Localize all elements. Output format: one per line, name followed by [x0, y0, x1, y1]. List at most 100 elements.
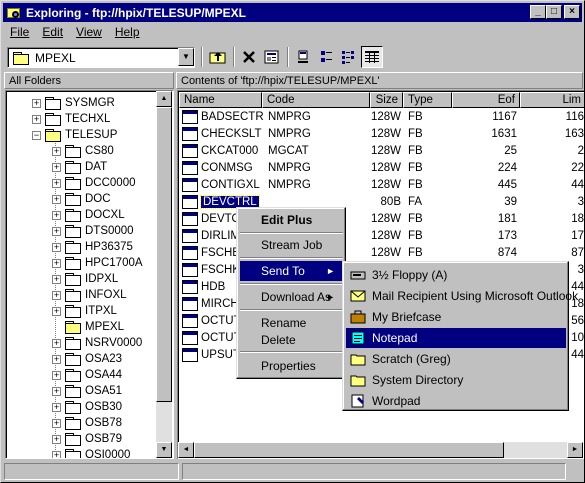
- folder-tree[interactable]: + SYSMGR + TECHXL − TELESUP + CS80 + DAT + DCC0000 +…: [5, 90, 174, 459]
- expand-icon[interactable]: +: [52, 162, 61, 172]
- close-button[interactable]: ×: [564, 5, 580, 19]
- maximize-button[interactable]: □: [546, 5, 562, 19]
- expand-icon[interactable]: +: [52, 210, 61, 220]
- expand-icon[interactable]: +: [52, 274, 61, 284]
- menu-item-stream-job[interactable]: Stream Job: [240, 235, 343, 255]
- expand-icon[interactable]: +: [52, 306, 61, 316]
- tree-item[interactable]: + ITPXL: [52, 303, 117, 319]
- column-eof[interactable]: Eof: [452, 92, 520, 108]
- expand-icon[interactable]: +: [52, 290, 61, 300]
- list-horizontal-scrollbar[interactable]: ◄ ►: [178, 442, 583, 458]
- expand-icon[interactable]: +: [52, 402, 61, 412]
- tree-item[interactable]: + DAT: [52, 159, 107, 175]
- title-bar[interactable]: Exploring - ftp://hpix/TELESUP/MPEXL _ □…: [3, 3, 582, 22]
- tree-vertical-scrollbar[interactable]: ▲ ▼: [156, 91, 172, 458]
- expand-icon[interactable]: +: [32, 98, 41, 108]
- tree-item[interactable]: + OSA51: [52, 383, 122, 399]
- file-row[interactable]: CONTIGXL NMPRG 128W FB 445 44: [179, 177, 584, 194]
- expand-icon[interactable]: +: [52, 386, 61, 396]
- tree-item[interactable]: + SYSMGR: [32, 95, 115, 111]
- address-combo[interactable]: MPEXL ▼: [7, 47, 195, 68]
- tree-item[interactable]: + OSI0000: [52, 447, 130, 458]
- sendto-item[interactable]: 3½ Floppy (A): [346, 265, 566, 285]
- collapse-icon[interactable]: −: [32, 130, 41, 140]
- tree-item[interactable]: + DOC: [52, 191, 111, 207]
- column-size[interactable]: Size: [370, 92, 403, 108]
- tree-item[interactable]: + CS80: [52, 143, 114, 159]
- menu-item-properties[interactable]: Properties: [240, 356, 343, 376]
- scroll-right-button[interactable]: ►: [567, 442, 583, 458]
- tree-item[interactable]: + HP36375: [52, 239, 133, 255]
- expand-icon[interactable]: +: [52, 450, 61, 458]
- menu-view[interactable]: View: [69, 25, 108, 39]
- tree-item[interactable]: MPEXL: [52, 319, 124, 335]
- file-size: 128W: [371, 247, 402, 259]
- scroll-thumb[interactable]: [156, 107, 172, 402]
- menu-file[interactable]: File: [3, 25, 35, 39]
- expand-icon[interactable]: +: [52, 434, 61, 444]
- sendto-item[interactable]: System Directory: [346, 370, 566, 390]
- expand-icon[interactable]: +: [52, 338, 61, 348]
- tree-item[interactable]: + TECHXL: [32, 111, 110, 127]
- expand-icon[interactable]: +: [52, 354, 61, 364]
- tree-item[interactable]: + HPC1700A: [52, 255, 143, 271]
- tree-item[interactable]: + DCC0000: [52, 175, 136, 191]
- properties-button[interactable]: [261, 46, 283, 68]
- column-type[interactable]: Type: [403, 92, 452, 108]
- tree-item[interactable]: + DOCXL: [52, 207, 125, 223]
- file-row[interactable]: CKCAT000 MGCAT 128W FB 25 2: [179, 143, 584, 160]
- tree-item[interactable]: + IDPXL: [52, 271, 118, 287]
- large-icons-button[interactable]: [293, 46, 315, 68]
- file-row[interactable]: CONMSG NMPRG 128W FB 224 22: [179, 160, 584, 177]
- expand-icon[interactable]: +: [52, 418, 61, 428]
- scroll-down-button[interactable]: ▼: [156, 442, 172, 458]
- tree-item[interactable]: + INFOXL: [52, 287, 127, 303]
- menu-help[interactable]: Help: [108, 25, 146, 39]
- folder-icon: [65, 305, 81, 318]
- file-name: CKCAT000: [201, 145, 259, 157]
- tree-item[interactable]: − TELESUP: [32, 127, 117, 143]
- status-panel-left: [4, 463, 179, 480]
- chevron-down-icon[interactable]: ▼: [178, 48, 194, 66]
- list-view-button[interactable]: [338, 46, 360, 68]
- tree-item[interactable]: + OSA44: [52, 367, 122, 383]
- menu-item-send-to[interactable]: Send To ►: [240, 261, 343, 281]
- menu-item-edit-plus[interactable]: Edit Plus: [240, 210, 343, 230]
- sendto-item[interactable]: My Briefcase: [346, 307, 566, 327]
- hscroll-thumb[interactable]: [194, 442, 504, 458]
- expand-icon[interactable]: +: [52, 178, 61, 188]
- tree-item[interactable]: + OSA23: [52, 351, 122, 367]
- folder-icon: [65, 161, 81, 174]
- file-row[interactable]: CHECKSLT NMPRG 128W FB 1631 163: [179, 126, 584, 143]
- menu-edit[interactable]: Edit: [35, 25, 69, 39]
- column-code[interactable]: Code: [262, 92, 370, 108]
- expand-icon[interactable]: +: [52, 370, 61, 380]
- sendto-item[interactable]: Wordpad: [346, 391, 566, 411]
- menu-item-download-as[interactable]: Download As ►: [240, 287, 343, 307]
- menu-item-delete[interactable]: Delete: [240, 330, 343, 350]
- file-row[interactable]: BADSECTR NMPRG 128W FB 1167 116: [179, 109, 584, 126]
- scroll-left-button[interactable]: ◄: [178, 442, 194, 458]
- tree-item[interactable]: + OSB30: [52, 399, 122, 415]
- expand-icon[interactable]: +: [52, 226, 61, 236]
- minimize-button[interactable]: _: [530, 5, 546, 19]
- expand-icon[interactable]: +: [52, 242, 61, 252]
- sendto-item[interactable]: Scratch (Greg): [346, 349, 566, 369]
- column-name[interactable]: Name: [179, 92, 262, 108]
- delete-button[interactable]: [238, 46, 260, 68]
- up-one-level-button[interactable]: [207, 46, 229, 68]
- expand-icon[interactable]: +: [32, 114, 41, 124]
- sendto-item[interactable]: Mail Recipient Using Microsoft Outlook: [346, 286, 578, 306]
- tree-item[interactable]: + OSB78: [52, 415, 122, 431]
- tree-item[interactable]: + NSRV0000: [52, 335, 142, 351]
- scroll-up-button[interactable]: ▲: [156, 91, 172, 107]
- expand-icon[interactable]: +: [52, 258, 61, 268]
- tree-item[interactable]: + DTS0000: [52, 223, 134, 239]
- expand-icon[interactable]: +: [52, 146, 61, 156]
- small-icons-button[interactable]: [316, 46, 338, 68]
- sendto-item[interactable]: Notepad: [346, 328, 566, 348]
- column-lim[interactable]: Lim: [520, 92, 584, 108]
- tree-item[interactable]: + OSB79: [52, 431, 122, 447]
- details-view-button[interactable]: [361, 46, 383, 68]
- expand-icon[interactable]: +: [52, 194, 61, 204]
